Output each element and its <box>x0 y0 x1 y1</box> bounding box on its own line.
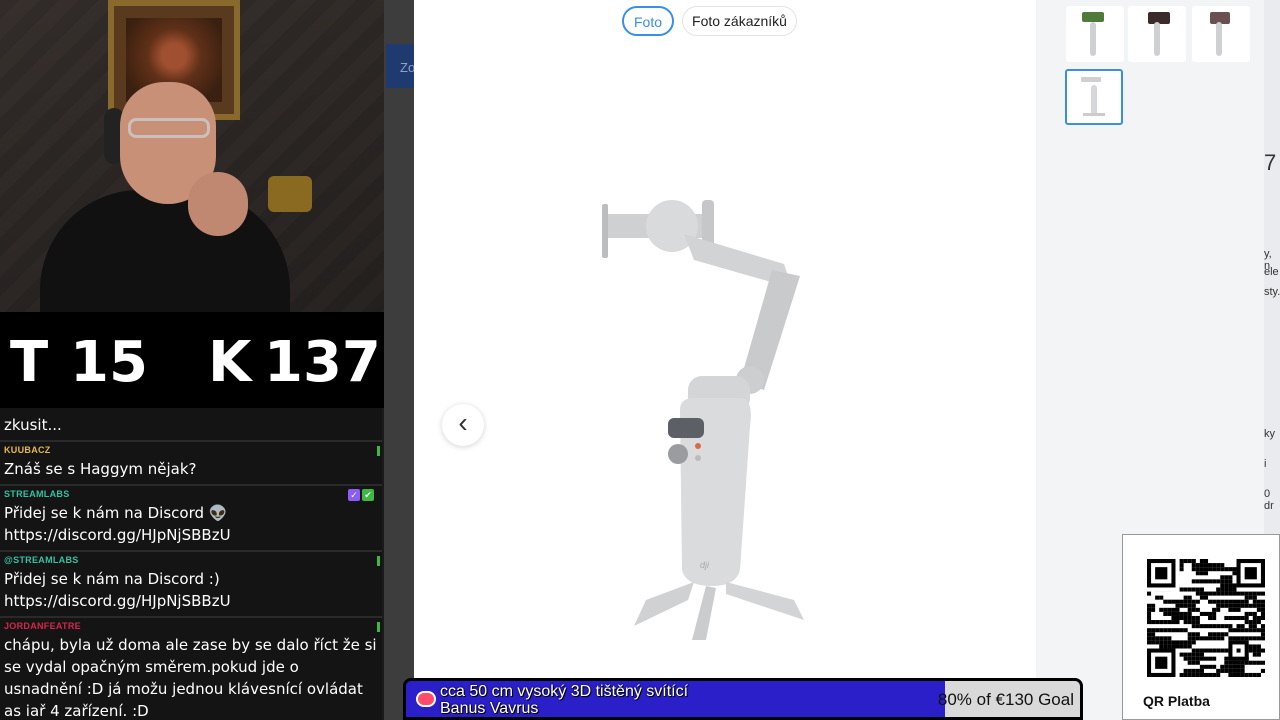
thumbnail-selected[interactable] <box>1065 69 1123 125</box>
webcam-feed <box>0 0 384 312</box>
edge-text: 7 <box>1264 150 1277 175</box>
gimbal-record-dot <box>695 443 701 449</box>
thumbnail-image <box>1082 12 1104 56</box>
chat-message: KUUBACZ Znáš se s Haggym nějak? <box>0 442 382 486</box>
thumbnail-image <box>1081 77 1105 116</box>
stream-column: T 15 K 137 zkusit... KUUBACZ Znáš se s H… <box>0 0 384 720</box>
chat-badges: ✓ ✔ <box>348 489 374 501</box>
previous-image-button[interactable]: ‹ <box>442 404 484 446</box>
edge-text: ele <box>1264 266 1279 278</box>
chat-text: chápu, byla už doma ale zase by se dalo … <box>4 636 377 720</box>
thumbnail-image <box>1148 12 1170 56</box>
gimbal-button <box>695 455 701 461</box>
background-tab[interactable]: Zo <box>386 44 415 88</box>
mod-badge-icon: ✓ <box>348 489 360 501</box>
chat-indicator <box>377 622 380 632</box>
qr-payment-widget: QR Platba <box>1122 534 1280 720</box>
donation-goal-bar: cca 50 cm vysoký 3D tištěný svítící Banu… <box>403 678 1083 720</box>
chat-indicator <box>377 446 380 456</box>
qr-code-image <box>1147 559 1265 677</box>
product-brand-mark: dji <box>700 560 710 570</box>
chat-message: JORDANFEATRE chápu, byla už doma ale zas… <box>0 618 382 720</box>
goal-title-line1: cca 50 cm vysoký 3D tištěný svítící <box>440 683 689 700</box>
chat-feed[interactable]: zkusit... KUUBACZ Znáš se s Haggym nějak… <box>0 408 382 720</box>
chat-username: KUUBACZ <box>4 445 51 455</box>
chat-message: @STREAMLABS Přidej se k nám na Discord :… <box>0 552 382 618</box>
thumbnail[interactable] <box>1192 6 1250 62</box>
gimbal-screen <box>668 418 704 438</box>
product-gallery: Foto Foto zákazníků ‹ dji <box>414 0 1036 720</box>
info-icon: i <box>1264 458 1267 470</box>
chat-username: @STREAMLABS <box>4 555 79 565</box>
goal-title-line2: Banus Vavrus <box>440 700 539 717</box>
edge-text: ky <box>1264 428 1275 440</box>
chat-message: ✓ ✔ STREAMLABS Přidej se k nám na Discor… <box>0 486 382 552</box>
counter-t-label: T <box>10 330 49 395</box>
chat-text: Přidej se k nám na Discord 👽 https://dis… <box>4 504 231 544</box>
goal-amount: 80% of €130 Goal <box>937 690 1074 709</box>
thumbnail[interactable] <box>1128 6 1186 62</box>
chat-message: zkusit... <box>0 408 382 442</box>
goal-title: cca 50 cm vysoký 3D tištěný svítící Banu… <box>440 683 688 717</box>
edge-text: 0 dr <box>1264 488 1274 512</box>
tab-foto-zakazniku[interactable]: Foto zákazníků <box>682 6 797 36</box>
chat-text: Znáš se s Haggym nějak? <box>4 460 197 478</box>
thumbnail-image <box>1210 12 1230 56</box>
score-counter: T 15 K 137 <box>0 312 384 408</box>
counter-k-label: K <box>208 330 252 395</box>
tab-foto[interactable]: Foto <box>622 6 674 36</box>
webcam-hand <box>188 172 248 236</box>
gimbal-joystick <box>668 444 688 464</box>
chat-username: STREAMLABS <box>4 489 70 499</box>
heart-icon <box>416 691 436 707</box>
tripod-leg <box>692 586 716 640</box>
chat-text: zkusit... <box>4 416 62 434</box>
chat-indicator <box>377 556 380 566</box>
tripod-leg <box>634 582 694 626</box>
counter-t-value: 15 <box>70 330 148 395</box>
counter-k-value: 137 <box>264 330 381 395</box>
thumbnail[interactable] <box>1066 6 1124 62</box>
chat-username: JORDANFEATRE <box>4 621 81 631</box>
qr-label: QR Platba <box>1143 693 1210 709</box>
gimbal-clamp-left-jaw <box>602 204 608 258</box>
screen: T 15 K 137 zkusit... KUUBACZ Znáš se s H… <box>0 0 1280 720</box>
webcam-glasses <box>128 118 210 138</box>
chat-text: Přidej se k nám na Discord :) https://di… <box>4 570 231 610</box>
chevron-left-icon: ‹ <box>458 407 468 438</box>
background-page-strip: Zo <box>384 0 415 720</box>
product-image[interactable]: dji <box>594 190 824 650</box>
edge-text: sty. <box>1264 286 1280 298</box>
tripod-leg <box>726 582 804 620</box>
webcam-figurine <box>268 176 312 212</box>
verified-badge-icon: ✔ <box>362 489 374 501</box>
